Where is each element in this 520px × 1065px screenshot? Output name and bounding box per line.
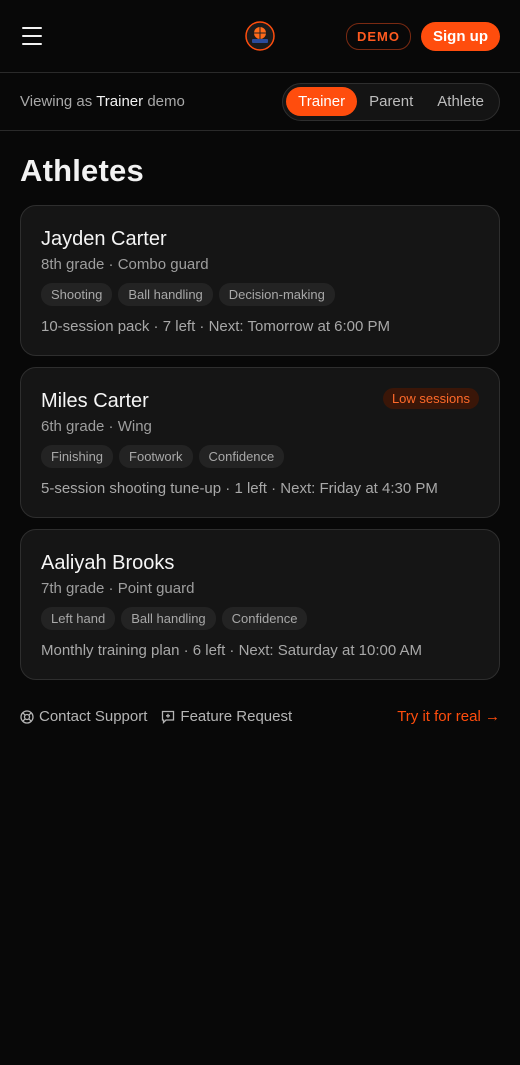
skill-tag: Decision-making [218, 283, 335, 306]
athlete-grade-position: 7th grade · Point guard [41, 580, 195, 597]
skill-tag: Ball handling [121, 607, 216, 630]
lifebuoy-icon [20, 709, 34, 724]
athlete-card[interactable]: Jayden Carter 8th grade · Combo guard Sh… [20, 205, 500, 356]
feature-request-link[interactable]: Feature Request [161, 708, 292, 725]
page-title: Athletes [20, 153, 144, 188]
athlete-name: Aaliyah Brooks [41, 552, 175, 574]
try-it-for-real-link[interactable]: Try it for real → [397, 708, 500, 725]
role-tab-trainer[interactable]: Trainer [286, 87, 358, 116]
role-switcher: Trainer Parent Athlete [282, 82, 500, 121]
viewing-as-label: Viewing as Trainer demo [20, 93, 185, 110]
role-tab-athlete[interactable]: Athlete [425, 87, 496, 116]
athlete-session-info: 5-session shooting tune-up · 1 left · Ne… [41, 480, 438, 497]
skill-tag: Ball handling [118, 283, 213, 306]
skill-tags: Shooting Ball handling Decision-making [41, 283, 479, 306]
athlete-session-info: Monthly training plan · 6 left · Next: S… [41, 642, 423, 659]
sign-up-button[interactable]: Sign up [421, 21, 500, 51]
skill-tag: Finishing [41, 445, 114, 468]
skill-tag: Left hand [41, 607, 116, 630]
basketball-logo-icon[interactable] [245, 21, 275, 51]
athlete-grade-position: 8th grade · Combo guard [41, 256, 209, 273]
viewing-role: Trainer [96, 93, 144, 110]
message-plus-icon [162, 710, 175, 724]
contact-support-link[interactable]: Contact Support [20, 708, 147, 725]
skill-tag: Confidence [198, 445, 285, 468]
skill-tag: Shooting [41, 283, 113, 306]
athlete-name: Jayden Carter [41, 228, 167, 250]
skill-tag: Confidence [221, 607, 308, 630]
athlete-grade-position: 6th grade · Wing [41, 418, 152, 435]
athlete-card[interactable]: Aaliyah Brooks 7th grade · Point guard L… [20, 529, 500, 680]
skill-tags: Left hand Ball handling Confidence [41, 607, 479, 630]
role-tab-parent[interactable]: Parent [357, 87, 425, 116]
footer: Contact Support Feature Request Try it f… [20, 708, 500, 725]
menu-icon[interactable] [22, 27, 42, 45]
low-sessions-badge: Low sessions [382, 388, 479, 409]
viewing-as-bar: Viewing as Trainer demo Trainer Parent A… [0, 73, 520, 131]
athlete-session-info: 10-session pack · 7 left · Next: Tomorro… [41, 318, 391, 335]
skill-tags: Finishing Footwork Confidence [41, 445, 479, 468]
athlete-card[interactable]: Low sessions Miles Carter 6th grade · Wi… [20, 367, 500, 518]
skill-tag: Footwork [119, 445, 193, 468]
top-navigation-bar: DEMO Sign up [0, 0, 520, 73]
demo-badge: DEMO [346, 22, 411, 50]
